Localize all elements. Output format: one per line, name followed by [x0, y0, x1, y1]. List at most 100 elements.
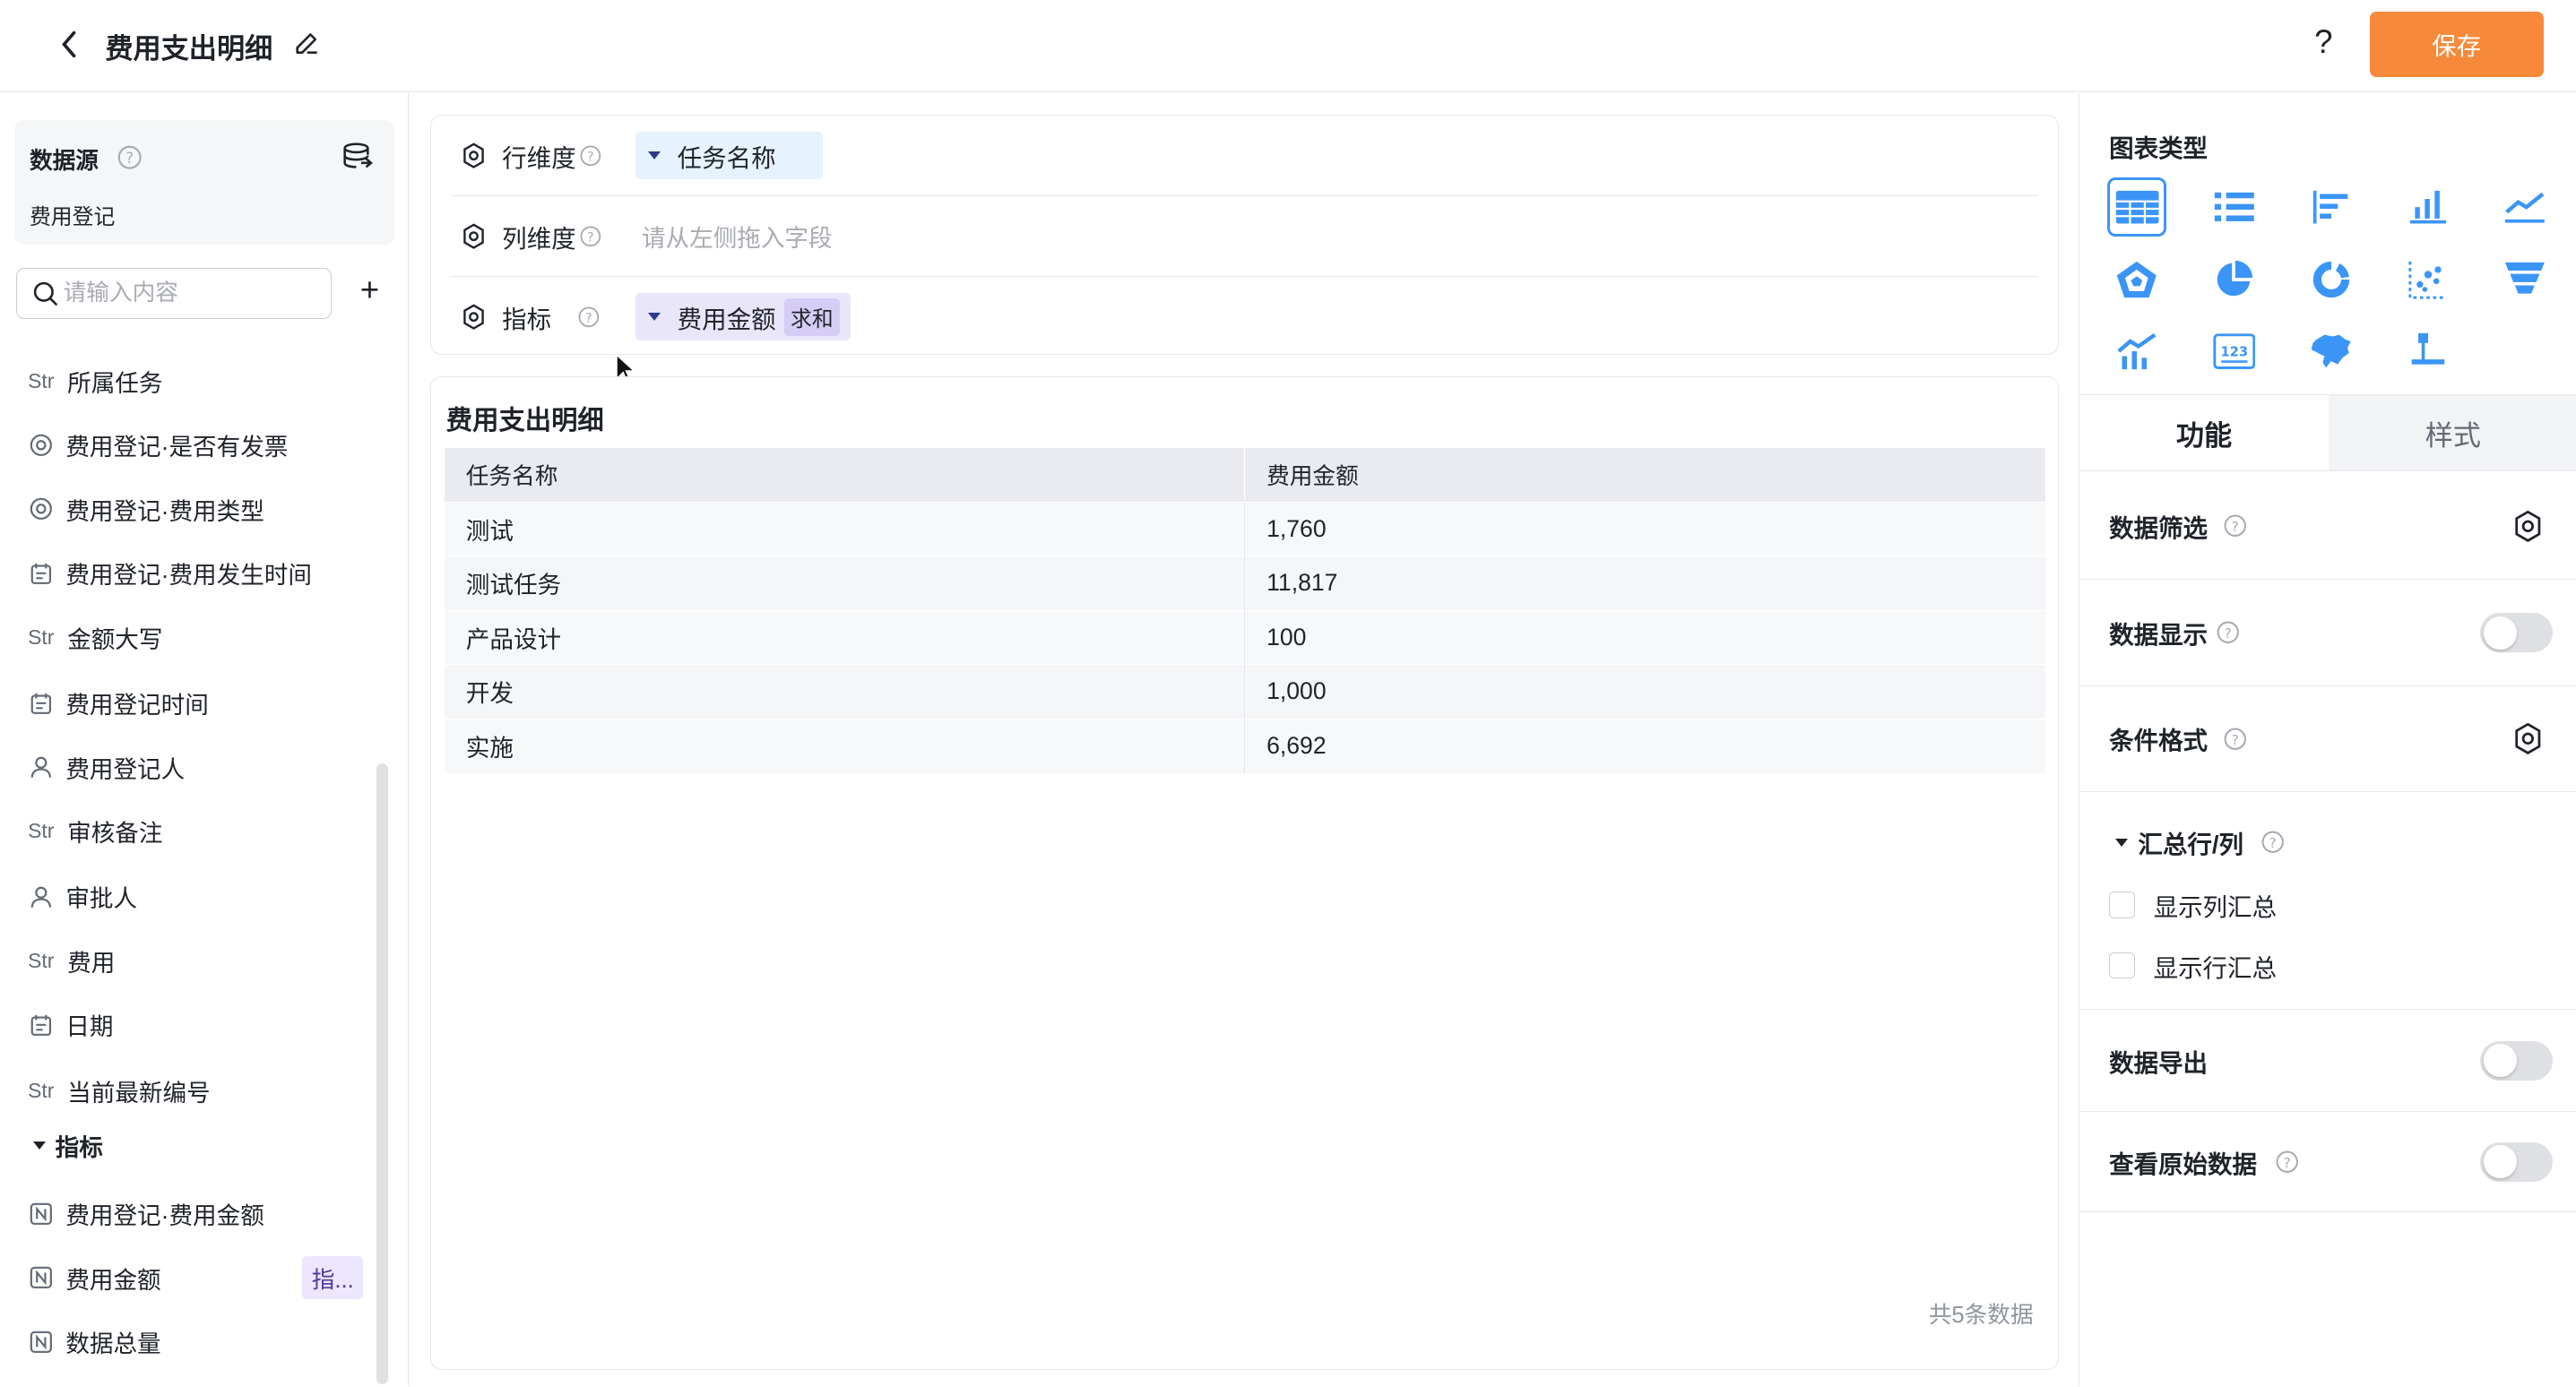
field-item[interactable]: Str 金额大写 — [16, 613, 371, 662]
show-row-summary-checkbox[interactable]: 显示行汇总 — [2109, 948, 2277, 984]
data-export-toggle[interactable] — [2480, 1040, 2554, 1081]
svg-text:?: ? — [2269, 835, 2276, 851]
field-item[interactable]: 费用登记时间 — [16, 678, 371, 728]
pie-icon[interactable] — [2204, 250, 2263, 309]
question-circle-icon[interactable]: ? — [117, 144, 143, 170]
table-row: 测试 1,760 — [444, 501, 2045, 556]
field-search[interactable] — [16, 267, 333, 319]
help-button[interactable]: ? — [2307, 23, 2340, 66]
edit-icon[interactable] — [294, 30, 324, 59]
map-icon[interactable] — [2302, 322, 2361, 381]
combo-icon[interactable] — [2107, 322, 2166, 381]
back-button[interactable] — [49, 23, 89, 66]
settings-icon[interactable] — [459, 142, 488, 168]
settings-icon[interactable] — [459, 223, 488, 249]
table-cell: 6,692 — [1244, 718, 2045, 773]
metric-item[interactable]: 数据总量 — [16, 1317, 371, 1366]
question-circle-icon[interactable]: ? — [2223, 727, 2247, 751]
result-table: 任务名称 费用金额 测试 1,760 测试任务 11,817 产品设计 100 开发 1… — [444, 447, 2045, 773]
metrics-group-header[interactable]: 指标 — [32, 1128, 103, 1163]
settings-icon[interactable] — [2511, 722, 2545, 755]
field-item[interactable]: 费用登记人 — [16, 743, 371, 792]
field-item[interactable]: 费用登记·费用发生时间 — [16, 548, 371, 598]
line-icon[interactable] — [2495, 177, 2554, 237]
field-item[interactable]: 审批人 — [16, 872, 371, 921]
question-circle-icon[interactable]: ? — [2260, 830, 2285, 854]
question-circle-icon[interactable]: ? — [579, 225, 602, 248]
bar-vertical-icon[interactable] — [2399, 177, 2458, 237]
datasource-title: 数据源 — [29, 149, 99, 175]
table-icon[interactable] — [2107, 177, 2167, 237]
tab-style[interactable]: 样式 — [2328, 394, 2576, 471]
caret-down-icon — [648, 313, 661, 322]
column-header[interactable]: 费用金额 — [1244, 447, 2045, 503]
field-item[interactable]: 费用登记·费用类型 — [16, 485, 371, 534]
table-cell: 实施 — [444, 718, 1246, 773]
datasource-card: 数据源 ? 费用登记 — [14, 119, 394, 246]
scatter-icon[interactable] — [2399, 250, 2458, 309]
field-item[interactable]: Str 当前最新编号 — [16, 1066, 371, 1116]
column-dimension-dropzone[interactable]: 请从左侧拖入字段 — [642, 219, 833, 254]
question-circle-icon[interactable]: ? — [577, 306, 601, 329]
question-circle-icon[interactable]: ? — [2223, 513, 2247, 538]
question-circle-icon[interactable]: ? — [579, 144, 602, 168]
search-input[interactable] — [63, 280, 310, 306]
tree-icon[interactable] — [2399, 322, 2458, 381]
table-header-row: 任务名称 费用金额 — [444, 447, 2045, 503]
option-type-icon — [16, 434, 52, 457]
calendar-icon — [16, 1013, 52, 1037]
raw-data-toggle[interactable] — [2480, 1141, 2554, 1182]
data-display-row: 数据显示 ? — [2079, 580, 2576, 687]
data-export-row: 数据导出 — [2079, 1010, 2576, 1113]
metric-item[interactable]: 费用登记·费用金额 — [16, 1189, 371, 1238]
top-bar: 费用支出明细 ? 保存 — [0, 0, 2576, 92]
number-type-icon — [16, 1331, 52, 1354]
metric-chip[interactable]: 费用金额 求和 — [635, 293, 851, 341]
bar-horizontal-icon[interactable] — [2302, 177, 2361, 237]
save-button[interactable]: 保存 — [2369, 11, 2544, 78]
aggregation-badge: 求和 — [783, 297, 841, 337]
chart-settings-panel: 图表类型 123 功能 样式 数据筛选 ? 数据显示 ? 条件格式 ? 汇总行/… — [2079, 93, 2576, 1387]
data-display-toggle[interactable] — [2480, 613, 2554, 653]
string-type-icon: Str — [28, 368, 55, 392]
sidebar-scrollbar[interactable] — [376, 763, 388, 1385]
database-switch-icon[interactable] — [341, 142, 375, 171]
svg-text:?: ? — [587, 150, 594, 164]
list-icon[interactable] — [2204, 177, 2263, 237]
table-cell: 产品设计 — [444, 609, 1246, 665]
checkbox[interactable] — [2109, 952, 2136, 979]
field-item[interactable]: Str 所属任务 — [16, 357, 371, 406]
column-header[interactable]: 任务名称 — [444, 447, 1246, 503]
metric-item[interactable]: 费用金额 指... — [16, 1253, 371, 1303]
checkbox[interactable] — [2109, 892, 2136, 918]
summary-group-header[interactable]: 汇总行/列 — [2115, 824, 2243, 860]
number-type-icon — [16, 1202, 52, 1226]
add-field-button[interactable]: + — [351, 272, 387, 308]
field-item[interactable]: Str 审核备注 — [16, 806, 371, 856]
show-column-summary-checkbox[interactable]: 显示列汇总 — [2109, 887, 2277, 923]
conditional-format-row: 条件格式 ? — [2079, 686, 2576, 792]
chart-type-title: 图表类型 — [2109, 134, 2209, 162]
row-dimension-row: 行维度 ? 任务名称 — [451, 116, 2039, 197]
result-title: 费用支出明细 — [445, 406, 604, 436]
number-card-icon[interactable]: 123 — [2204, 322, 2263, 381]
settings-icon[interactable] — [459, 304, 488, 331]
result-card: 费用支出明细 任务名称 费用金额 测试 1,760 测试任务 11,817 产品设计… — [430, 375, 2060, 1370]
row-dimension-chip[interactable]: 任务名称 — [635, 132, 823, 180]
funnel-icon[interactable] — [2495, 250, 2554, 309]
tab-function[interactable]: 功能 — [2079, 394, 2329, 471]
page-title: 费用支出明细 — [105, 33, 273, 65]
question-circle-icon[interactable]: ? — [2216, 620, 2240, 644]
field-item[interactable]: 日期 — [16, 1000, 371, 1049]
calendar-icon — [16, 562, 52, 585]
column-dimension-label: 列维度 — [502, 224, 576, 253]
row-count-label: 共5条数据 — [1928, 1302, 2034, 1328]
question-circle-icon[interactable]: ? — [2275, 1150, 2299, 1174]
field-item[interactable]: 费用登记·是否有发票 — [16, 420, 371, 470]
caret-down-icon — [32, 1141, 46, 1150]
settings-icon[interactable] — [2511, 510, 2545, 543]
radar-icon[interactable] — [2107, 250, 2166, 309]
field-sidebar: 数据源 ? 费用登记 + Str所属任务 费用登记·是否有发票 费用登记·费用类… — [0, 93, 410, 1387]
field-item[interactable]: Str 费用 — [16, 936, 371, 986]
donut-icon[interactable] — [2302, 250, 2361, 309]
